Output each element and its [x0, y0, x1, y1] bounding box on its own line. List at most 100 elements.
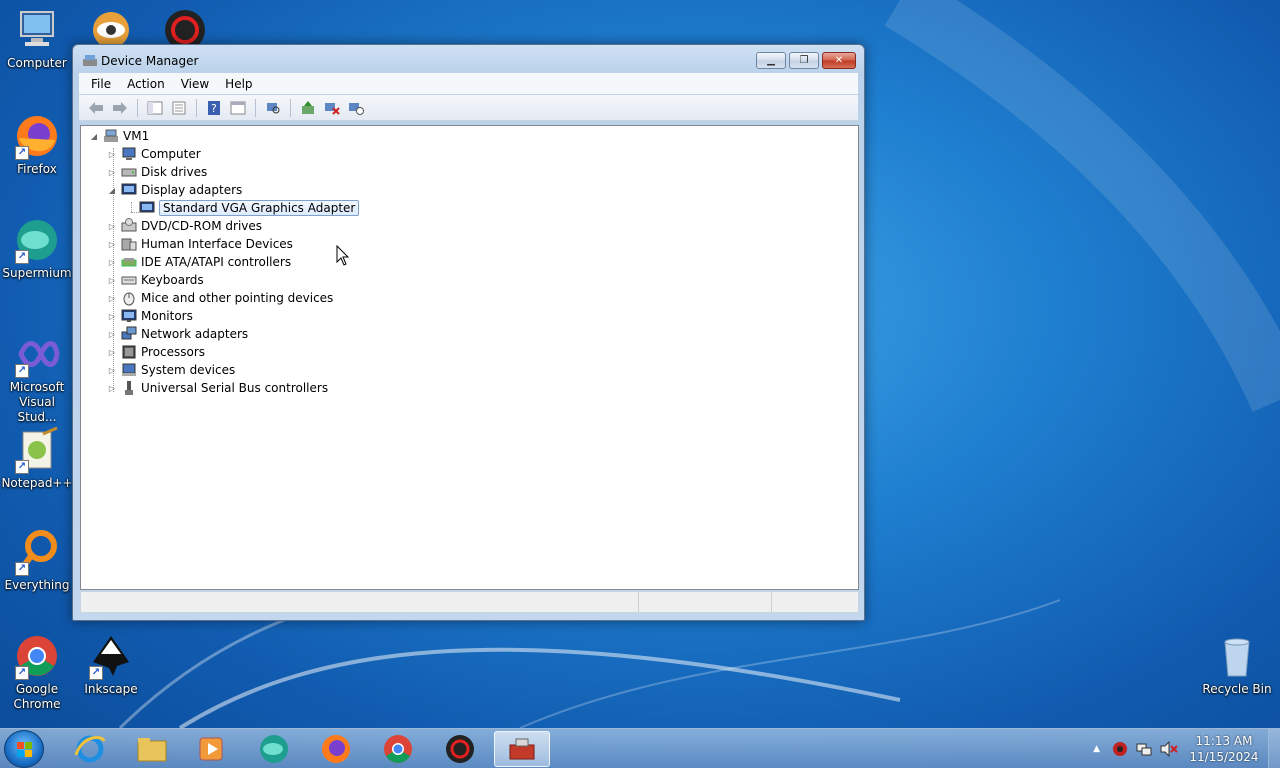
tree-category-item[interactable]: ▷ Disk drives	[107, 163, 207, 181]
taskbar-device-manager[interactable]	[494, 731, 550, 767]
computer-device-icon	[121, 146, 137, 162]
uninstall-button[interactable]	[321, 98, 343, 118]
taskbar-explorer[interactable]	[124, 731, 180, 767]
tree-category-item[interactable]: ▷ Network adapters	[107, 325, 248, 343]
minimize-button[interactable]: ▁	[756, 52, 786, 69]
internet-explorer-icon	[74, 735, 106, 763]
collapse-arrow-icon[interactable]: ◢	[89, 131, 99, 141]
close-button[interactable]: ✕	[822, 52, 856, 69]
collapse-arrow-icon[interactable]: ◢	[107, 185, 117, 195]
update-driver-button[interactable]	[297, 98, 319, 118]
tree-category-item[interactable]: ▷ Human Interface Devices	[107, 235, 293, 253]
tree-category-item[interactable]: ▷ Universal Serial Bus controllers	[107, 379, 328, 397]
desktop-icon-supermium[interactable]: ↗ Supermium	[0, 216, 74, 281]
back-button[interactable]	[85, 98, 107, 118]
maximize-button[interactable]: ❐	[789, 52, 819, 69]
clock[interactable]: 11:13 AM 11/15/2024	[1188, 733, 1260, 765]
tree-item-label: Human Interface Devices	[141, 237, 293, 251]
tree-category-item[interactable]: ▷ Mice and other pointing devices	[107, 289, 333, 307]
expand-arrow-icon[interactable]: ▷	[107, 311, 117, 321]
desktop-icon-label: Microsoft Visual Stud...	[9, 380, 65, 424]
volume-muted-icon[interactable]	[1160, 741, 1178, 757]
tree-category-item[interactable]: ▷ Processors	[107, 343, 205, 361]
taskbar-supermium[interactable]	[246, 731, 302, 767]
desktop-icon-notepadpp[interactable]: ↗ Notepad++	[0, 426, 74, 491]
expand-arrow-icon[interactable]: ▷	[107, 329, 117, 339]
tree-category-item[interactable]: ▷ IDE ATA/ATAPI controllers	[107, 253, 291, 271]
menu-view[interactable]: View	[173, 75, 217, 93]
tree-category-item[interactable]: ▷ Computer	[107, 145, 201, 163]
expand-arrow-icon[interactable]: ▷	[107, 221, 117, 231]
properties-button[interactable]	[168, 98, 190, 118]
disable-icon	[349, 102, 364, 115]
taskbar-chrome[interactable]	[370, 731, 426, 767]
expand-arrow-icon[interactable]: ▷	[107, 257, 117, 267]
desktop-icon-inkscape[interactable]: ↗ Inkscape	[74, 632, 148, 697]
disable-button[interactable]	[345, 98, 367, 118]
display-adapter-icon	[121, 182, 137, 198]
update-driver-icon	[302, 100, 314, 114]
action-pane-button[interactable]	[227, 98, 249, 118]
minimize-icon: ▁	[767, 55, 775, 66]
menu-file[interactable]: File	[83, 75, 119, 93]
taskbar-app-red[interactable]	[432, 731, 488, 767]
forward-button[interactable]	[109, 98, 131, 118]
tree-device-item[interactable]: Standard VGA Graphics Adapter	[125, 199, 360, 217]
computer-icon	[13, 6, 61, 54]
device-tree[interactable]: ◢ VM1 ▷ Computer ▷ Disk drives ◢ Display adap…	[80, 125, 859, 590]
desktop-icon-computer[interactable]: Computer	[0, 6, 74, 71]
expand-arrow-icon[interactable]: ▷	[107, 275, 117, 285]
status-cell	[772, 592, 858, 612]
toolbar-separator	[290, 98, 291, 117]
tree-category-item[interactable]: ◢ Display adapters	[107, 181, 242, 199]
desktop-icon-chrome[interactable]: ↗ Google Chrome	[0, 632, 74, 712]
desktop-icon-visual-studio[interactable]: ↗ Microsoft Visual Stud...	[0, 330, 74, 425]
expand-arrow-icon[interactable]: ▷	[107, 149, 117, 159]
forward-icon	[113, 101, 127, 114]
tree-category-item[interactable]: ▷ Keyboards	[107, 271, 204, 289]
taskbar-media-player[interactable]	[184, 731, 240, 767]
status-bar	[80, 591, 859, 613]
expand-arrow-icon[interactable]: ▷	[107, 239, 117, 249]
taskbar-ie[interactable]	[62, 731, 118, 767]
svg-text:?: ?	[211, 102, 217, 115]
help-button[interactable]: ?	[203, 98, 225, 118]
tree-root[interactable]: ◢ VM1	[89, 127, 149, 145]
dvd-drive-icon	[121, 218, 137, 234]
disk-drive-icon	[121, 164, 137, 180]
tree-item-label: Universal Serial Bus controllers	[141, 381, 329, 395]
expand-arrow-icon[interactable]: ▷	[107, 347, 117, 357]
clock-date: 11/15/2024	[1189, 750, 1259, 764]
show-desktop-button[interactable]	[1268, 729, 1280, 768]
title-bar[interactable]: Device Manager ▁ ❐ ✕	[73, 45, 864, 73]
taskbar: ▲ 11:13 AM 11/15/2024	[0, 728, 1280, 768]
desktop-icon-firefox[interactable]: ↗ Firefox	[0, 112, 74, 177]
show-hide-tree-button[interactable]	[144, 98, 166, 118]
taskbar-firefox[interactable]	[308, 731, 364, 767]
device-manager-window[interactable]: Device Manager ▁ ❐ ✕ File Action View He…	[72, 44, 865, 621]
desktop-icon-label: Computer	[7, 56, 67, 70]
desktop-icon-recycle-bin[interactable]: Recycle Bin	[1200, 632, 1274, 697]
scan-hardware-button[interactable]	[262, 98, 284, 118]
desktop-icon-everything[interactable]: ↗ Everything	[0, 528, 74, 593]
show-hidden-icons-icon[interactable]: ▲	[1093, 744, 1100, 754]
tree-category-item[interactable]: ▷ Monitors	[107, 307, 193, 325]
tree-category-item[interactable]: ▷ System devices	[107, 361, 235, 379]
tray-app-icon[interactable]	[1112, 741, 1128, 757]
status-cell	[639, 592, 772, 612]
menu-help[interactable]: Help	[217, 75, 260, 93]
expand-arrow-icon[interactable]: ▷	[107, 383, 117, 393]
tree-category-item[interactable]: ▷ DVD/CD-ROM drives	[107, 217, 262, 235]
expand-arrow-icon[interactable]: ▷	[107, 365, 117, 375]
network-icon[interactable]	[1136, 741, 1152, 757]
tree-item-label: System devices	[141, 363, 236, 377]
recycle-bin-icon	[1213, 632, 1261, 680]
menu-action[interactable]: Action	[119, 75, 173, 93]
expand-arrow-icon[interactable]: ▷	[107, 293, 117, 303]
computer-host-icon	[103, 128, 119, 144]
start-button[interactable]	[4, 730, 44, 768]
tree-item-label: Standard VGA Graphics Adapter	[159, 200, 360, 216]
expand-arrow-icon[interactable]: ▷	[107, 167, 117, 177]
supermium-icon: ↗	[13, 216, 61, 264]
chrome-icon	[384, 735, 412, 763]
